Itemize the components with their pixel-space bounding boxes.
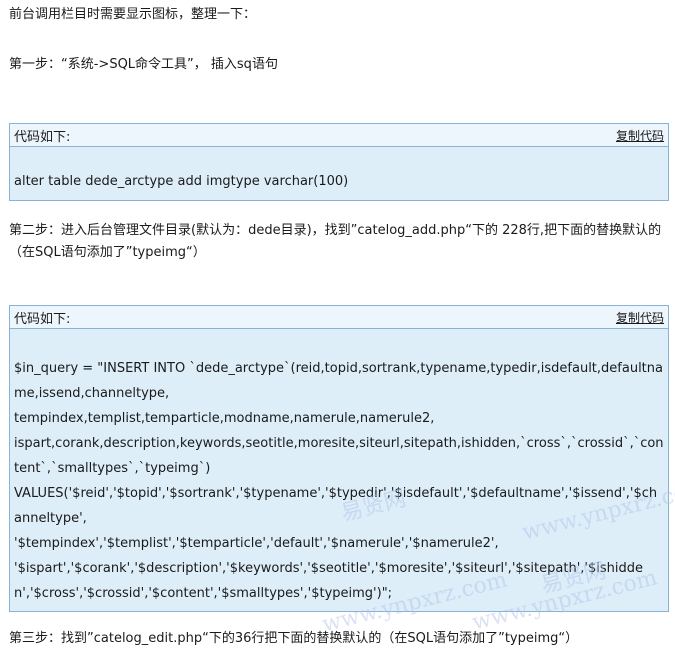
code-line: '$tempindex','$templist','$temparticle',…	[14, 536, 499, 551]
code-line: VALUES('$reid','$topid','$sortrank','$ty…	[14, 486, 658, 526]
code-block-1-title: 代码如下:	[14, 129, 71, 145]
code-block-2-body: $in_query = "INSERT INTO `dede_arctype`(…	[10, 329, 668, 606]
code-block-1-header: 代码如下: 复制代码	[10, 124, 668, 147]
code-block-2: 代码如下: 复制代码 $in_query = "INSERT INTO `ded…	[9, 305, 669, 612]
step3-text: 第三步：找到”catelog_edit.php“下的36行把下面的替换默认的（在…	[9, 631, 579, 646]
step1-text: 第一步：“系统->SQL命令工具”， 插入sq语句	[9, 57, 278, 72]
intro-text: 前台调用栏目时需要显示图标，整理一下：	[9, 7, 257, 22]
code-line: alter table dede_arctype add imgtype var…	[14, 174, 349, 189]
code-line: $in_query = "INSERT INTO `dede_arctype`(…	[14, 361, 663, 401]
code-line: tempindex,templist,temparticle,modname,n…	[14, 411, 435, 426]
code-line: ispart,corank,description,keywords,seoti…	[14, 436, 664, 476]
code-block-1-body: alter table dede_arctype add imgtype var…	[10, 147, 668, 194]
code-block-2-title: 代码如下:	[14, 311, 71, 327]
copy-code-button-1[interactable]: 复制代码	[616, 127, 664, 144]
copy-code-button-2[interactable]: 复制代码	[616, 309, 664, 326]
code-block-2-header: 代码如下: 复制代码	[10, 306, 668, 329]
step2-text: 第二步：进入后台管理文件目录(默认为：dede目录)，找到”catelog_ad…	[9, 223, 662, 260]
code-block-1: 代码如下: 复制代码 alter table dede_arctype add …	[9, 123, 669, 201]
code-line: '$ispart','$corank','$description','$key…	[14, 561, 643, 601]
